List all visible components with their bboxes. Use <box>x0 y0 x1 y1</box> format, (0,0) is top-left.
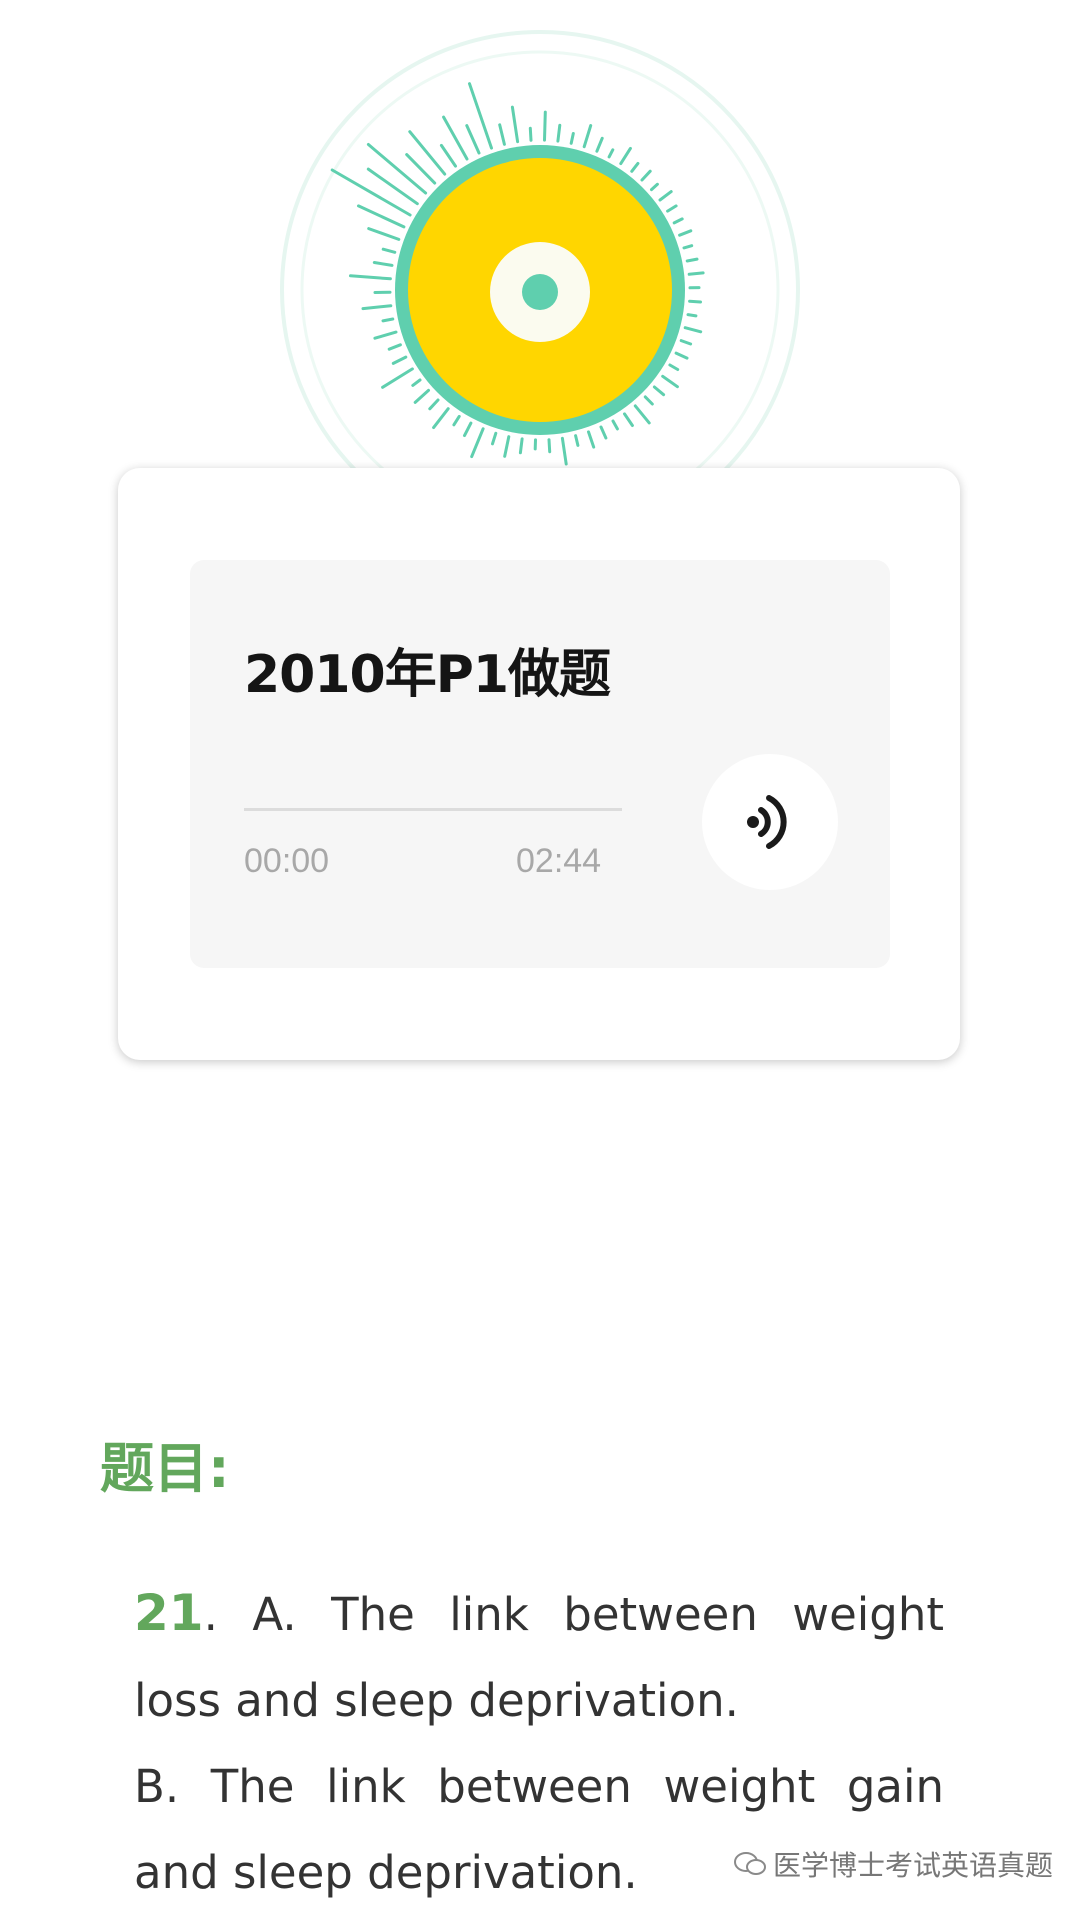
visualizer-ray <box>690 301 701 302</box>
option-a-text: A. The link between weight <box>252 1588 944 1641</box>
visualizer-ray <box>549 440 550 452</box>
watermark: 医学博士考试英语真题 <box>733 1844 1053 1884</box>
visualizer-ray <box>545 112 546 140</box>
option-b-line1: B. The link between weight gain <box>134 1744 944 1830</box>
visualizer-ray <box>351 276 391 279</box>
visualizer-ray <box>681 341 690 344</box>
visualizer-ray <box>389 345 400 349</box>
total-time: 02:44 <box>516 842 601 881</box>
visualizer-ray <box>415 390 428 402</box>
visualizer-ray <box>410 132 445 174</box>
visualizer-ray <box>668 206 677 211</box>
visualizer-ray <box>601 427 606 438</box>
visualizer-ray <box>654 387 663 395</box>
visualizer-ray <box>571 134 573 144</box>
current-time: 00:00 <box>244 842 329 881</box>
visualizer-ray <box>454 416 459 424</box>
visualizer-ray <box>520 439 522 453</box>
visualizer-ray <box>685 328 701 332</box>
visualizer-ray <box>500 125 505 145</box>
disc-center-dot <box>522 274 558 310</box>
option-a-line2: loss and sleep deprivation. <box>134 1658 944 1744</box>
question-number-sep: . <box>204 1588 218 1641</box>
visualizer-ray <box>652 184 658 189</box>
visualizer-ray <box>383 369 413 387</box>
visualizer-ray <box>597 138 602 151</box>
visualizer-ray <box>383 319 393 321</box>
sound-wave-icon <box>702 754 838 890</box>
visualizer-ray <box>684 246 692 248</box>
visualizer-ray <box>375 332 396 338</box>
visualizer-ray <box>465 423 471 436</box>
visualizer-ray <box>374 263 392 266</box>
visualizer-ray <box>613 421 617 429</box>
visualizer-ray <box>680 231 691 235</box>
question-number: 21 <box>134 1584 204 1642</box>
visualizer-ray <box>393 357 406 363</box>
visualizer-ray <box>589 432 594 447</box>
visualizer-ray <box>434 409 449 428</box>
visualizer-ray <box>632 163 638 171</box>
visualizer-ray <box>472 429 483 457</box>
visualizer-ray <box>687 259 697 261</box>
visualizer-ray <box>676 353 687 358</box>
visualizer-ray <box>368 145 425 194</box>
visualizer-ray <box>413 380 420 385</box>
visualizer-ray <box>688 315 696 316</box>
visualizer-ray <box>642 171 650 180</box>
visualizer-ray <box>558 125 560 141</box>
audio-visualizer-art <box>0 0 1080 470</box>
visualizer-ray <box>584 126 591 147</box>
visualizer-ray <box>332 170 410 215</box>
visualizer-ray <box>441 145 455 166</box>
visualizer-ray <box>645 397 652 404</box>
visualizer-ray <box>674 219 682 223</box>
visualizer-ray <box>530 128 531 140</box>
visualizer-ray <box>383 249 395 252</box>
visualizer-ray <box>467 126 479 153</box>
visualizer-ray <box>363 306 391 309</box>
visualizer-ray <box>670 365 678 370</box>
watermark-text: 医学博士考试英语真题 <box>773 1844 1053 1884</box>
section-heading: 题目: <box>100 1424 230 1503</box>
visualizer-ray <box>689 273 703 274</box>
progress-bar[interactable] <box>244 808 622 811</box>
visualizer-ray <box>625 414 633 426</box>
visualizer-ray <box>430 400 438 409</box>
visualizer-ray <box>512 107 517 142</box>
visualizer-ray <box>505 437 509 457</box>
visualizer-ray <box>621 148 631 163</box>
visualizer-ray <box>663 376 678 386</box>
audio-title: 2010年P1做题 <box>244 632 610 707</box>
visualizer-ray <box>635 406 649 423</box>
visualizer-ray <box>493 433 496 444</box>
visualizer-ray <box>660 192 671 200</box>
visualizer-ray <box>369 229 399 240</box>
visualizer-ray <box>368 169 417 204</box>
option-a-line1: 21. A. The link between weight <box>134 1570 944 1658</box>
audio-player: 2010年P1做题 00:00 02:44 <box>190 560 890 968</box>
visualizer-ray <box>576 436 578 446</box>
visualizer-ray <box>562 438 566 464</box>
audio-card: 2010年P1做题 00:00 02:44 <box>118 468 960 1060</box>
wechat-icon <box>733 1851 767 1877</box>
visualizer-ray <box>609 150 613 157</box>
play-button[interactable] <box>702 754 838 890</box>
